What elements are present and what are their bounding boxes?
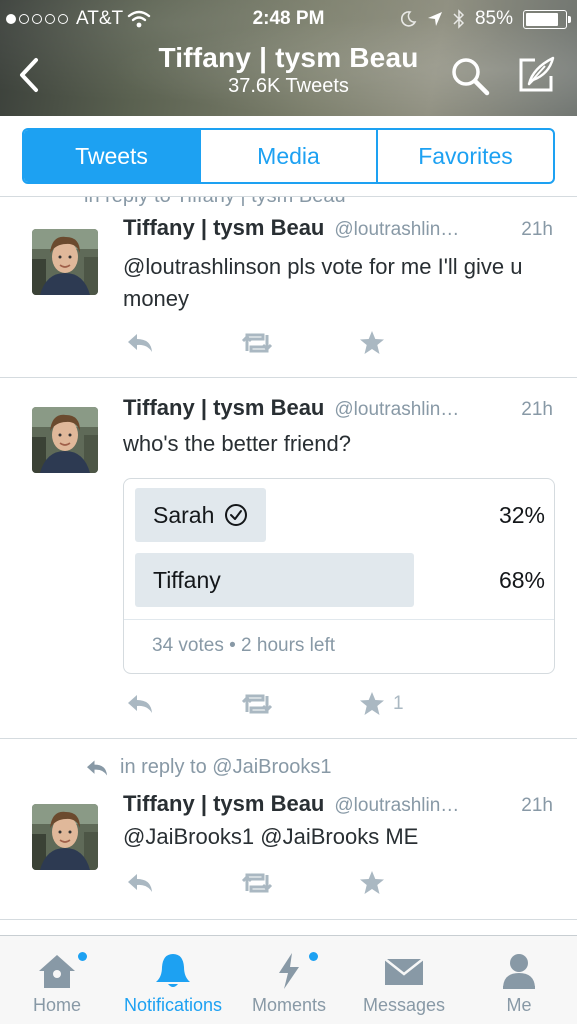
retweet-button[interactable] [239, 329, 275, 357]
home-icon [35, 950, 87, 992]
tweet-text: @JaiBrooks1 @JaiBrooks ME [123, 824, 419, 849]
battery-percent: 85% [474, 8, 513, 29]
avatar[interactable] [32, 407, 98, 473]
tweet-separator [0, 919, 577, 920]
home-notification-dot [78, 952, 87, 961]
tab-label: Messages [362, 995, 446, 1015]
tweet-author-handle[interactable]: @loutrashlin… [334, 399, 459, 421]
poll-option-text: Sarah [153, 501, 215, 528]
poll-option-percent: 32% [498, 501, 545, 528]
poll-option-label: Sarah [153, 488, 248, 542]
reply-button[interactable] [125, 869, 155, 897]
tweet-header: Tiffany | tysm Beau @loutrashlin… [123, 791, 459, 817]
tab-messages[interactable]: Messages [352, 936, 456, 1024]
star-icon [360, 331, 384, 354]
bottom-tab-bar: Home Notifications Moments Messages Me [0, 935, 577, 1024]
reply-icon [128, 334, 152, 352]
reply-button[interactable] [125, 690, 155, 718]
tweet-timestamp: 21h [521, 795, 553, 816]
poll-option[interactable]: Sarah 32% [135, 488, 545, 542]
tab-tweets[interactable]: Tweets [24, 130, 201, 182]
reply-context-text: in reply to @JaiBrooks1 [120, 756, 332, 778]
tweet-actions: 1 [123, 690, 423, 718]
tab-media[interactable]: Media [201, 130, 378, 182]
reply-icon [128, 695, 152, 713]
tab-me[interactable]: Me [480, 936, 558, 1024]
tweet-item[interactable]: Tiffany | tysm Beau @loutrashlin… 21h @l… [0, 197, 577, 377]
tweet-author-name[interactable]: Tiffany | tysm Beau [123, 791, 324, 817]
star-icon [360, 692, 384, 715]
favorite-button[interactable] [359, 329, 385, 357]
favorite-button[interactable] [359, 869, 385, 897]
tweet-author-name[interactable]: Tiffany | tysm Beau [123, 215, 324, 241]
tweet-header: Tiffany | tysm Beau @loutrashlin… [123, 215, 459, 241]
bluetooth-icon [453, 9, 465, 29]
envelope-icon [383, 950, 425, 992]
tab-label: Home [32, 995, 81, 1015]
compose-tweet-icon[interactable] [515, 54, 557, 96]
retweet-icon [241, 873, 273, 893]
retweet-icon [241, 333, 273, 353]
tweet-header: Tiffany | tysm Beau @loutrashlin… [123, 395, 459, 421]
poll-divider [124, 619, 554, 620]
retweet-icon [241, 694, 273, 714]
tweet-text: @loutrashlinson pls vote for me I'll giv… [123, 254, 523, 311]
avatar[interactable] [32, 229, 98, 295]
tab-home[interactable]: Home [14, 936, 100, 1024]
profile-name: Tiffany | tysm Beau [158, 42, 419, 73]
tweet-count: 37.6K Tweets [228, 75, 349, 97]
poll-card: Sarah 32% Tiffany 68% 34 votes • 2 hours… [123, 478, 555, 674]
avatar[interactable] [32, 804, 98, 870]
tweet-feed[interactable]: in reply to Tiffany | tysm Beau Tiffany … [0, 197, 577, 935]
retweet-button[interactable] [239, 869, 275, 897]
favorite-button[interactable]: 1 [359, 690, 404, 718]
star-icon [360, 871, 384, 894]
tweet-author-handle[interactable]: @loutrashlin… [334, 219, 459, 241]
favorite-count: 1 [393, 693, 404, 714]
status-bar: AT&T 2:48 PM 85% [0, 0, 577, 38]
tweet-actions [123, 869, 423, 897]
tweet-timestamp: 21h [521, 219, 553, 240]
reply-icon [128, 874, 152, 892]
poll-option-label: Tiffany [153, 553, 221, 607]
tab-moments[interactable]: Moments [246, 936, 332, 1024]
tab-favorites[interactable]: Favorites [378, 130, 553, 182]
tweet-author-name[interactable]: Tiffany | tysm Beau [123, 395, 324, 421]
tweet-item[interactable]: in reply to @JaiBrooks1 Tiffany | tysm B… [0, 739, 577, 919]
tweet-item[interactable]: Tiffany | tysm Beau @loutrashlin… 21h wh… [0, 378, 577, 738]
profile-header: AT&T 2:48 PM 85% Tiffany | tysm Beau 37.… [0, 0, 577, 116]
tweet-text: who's the better friend? [123, 431, 352, 456]
tab-notifications[interactable]: Notifications [114, 936, 232, 1024]
profile-title-block: Tiffany | tysm Beau 37.6K Tweets [0, 42, 577, 98]
search-icon[interactable] [450, 56, 490, 96]
moments-notification-dot [309, 952, 318, 961]
reply-context[interactable]: in reply to @JaiBrooks1 [84, 756, 332, 779]
tab-label: Notifications [123, 995, 223, 1015]
poll-option[interactable]: Tiffany 68% [135, 553, 545, 607]
reply-button[interactable] [125, 329, 155, 357]
status-right: 85% [399, 8, 571, 30]
poll-option-text: Tiffany [153, 566, 221, 593]
poll-option-percent: 68% [498, 566, 545, 593]
reply-context-icon [87, 760, 107, 775]
voted-check-icon [225, 504, 248, 526]
lightning-icon [274, 950, 318, 992]
person-icon [500, 950, 538, 992]
tweet-timestamp: 21h [521, 399, 553, 420]
location-icon [427, 12, 442, 26]
battery-fill [526, 12, 559, 26]
bell-icon [154, 950, 192, 992]
tweet-actions [123, 329, 423, 357]
retweet-button[interactable] [239, 690, 275, 718]
battery-icon [523, 9, 571, 29]
tab-label: Moments [251, 995, 327, 1015]
do-not-disturb-icon [400, 11, 417, 27]
profile-tabs: Tweets Media Favorites [22, 128, 555, 184]
poll-footer: 34 votes • 2 hours left [152, 635, 336, 656]
tweet-author-handle[interactable]: @loutrashlin… [334, 795, 459, 817]
tab-label: Me [506, 995, 532, 1015]
